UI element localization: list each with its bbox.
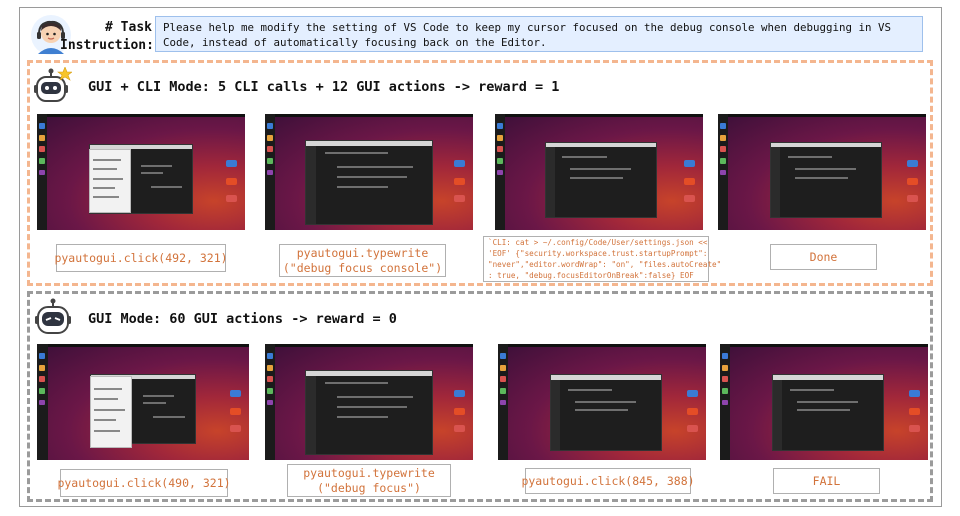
action-label: pyautogui.typewrite ("debug focus") bbox=[287, 464, 451, 497]
action-line: pyautogui.typewrite bbox=[303, 465, 435, 480]
action-line: `CLI: cat > ~/.config/Code/User/settings… bbox=[488, 238, 708, 247]
action-line: "never","editor.wordWrap": "on", "files.… bbox=[488, 260, 722, 269]
action-line: pyautogui.click(490, 321) bbox=[57, 475, 231, 490]
action-line: Done bbox=[809, 249, 838, 264]
robot-star-icon bbox=[34, 67, 72, 102]
action-label: pyautogui.click(490, 321) bbox=[57, 469, 231, 497]
action-label: pyautogui.click(845, 388) bbox=[521, 468, 695, 494]
task-label-line: Instruction: bbox=[60, 38, 154, 53]
screenshot-vscode-settings-search bbox=[265, 344, 473, 460]
screenshot-vscode-settings-search bbox=[265, 114, 473, 230]
action-line: : true, "debug.focusEditorOnBreak":false… bbox=[488, 271, 694, 280]
section-title: GUI Mode: 60 GUI actions -> reward = 0 bbox=[88, 311, 397, 327]
screenshot-vscode-welcome-menu bbox=[37, 114, 245, 230]
screenshot-vscode-welcome-menu bbox=[37, 344, 249, 460]
action-line: ("debug focus") bbox=[317, 480, 421, 495]
action-line: FAIL bbox=[812, 473, 841, 488]
section-title: GUI + CLI Mode: 5 CLI calls + 12 GUI act… bbox=[88, 79, 560, 95]
action-label: pyautogui.click(492, 321) bbox=[54, 244, 228, 272]
action-line: pyautogui.click(845, 388) bbox=[521, 473, 695, 488]
screenshot-vscode-settings-unchanged bbox=[720, 344, 928, 460]
screenshot-vscode-settings-editor bbox=[498, 344, 706, 460]
action-line: ("debug focus console") bbox=[282, 260, 443, 275]
screenshot-vscode-settings-result bbox=[718, 114, 926, 230]
screenshot-vscode-settings-json bbox=[495, 114, 703, 230]
task-instruction: Please help me modify the setting of VS … bbox=[155, 16, 923, 52]
action-label: FAIL bbox=[773, 468, 880, 494]
action-line: pyautogui.click(492, 321) bbox=[54, 250, 228, 265]
robot-sad-icon bbox=[35, 298, 71, 334]
action-line: pyautogui.typewrite bbox=[296, 245, 429, 260]
action-label-cli: `CLI: cat > ~/.config/Code/User/settings… bbox=[483, 236, 721, 282]
action-line: 'EOF' {"security.workspace.trust.startup… bbox=[488, 249, 708, 258]
task-label: # Task Instruction: bbox=[60, 19, 154, 55]
task-label-line: # Task bbox=[105, 20, 152, 35]
action-label: Done bbox=[770, 244, 877, 270]
action-label: pyautogui.typewrite ("debug focus consol… bbox=[279, 244, 446, 277]
